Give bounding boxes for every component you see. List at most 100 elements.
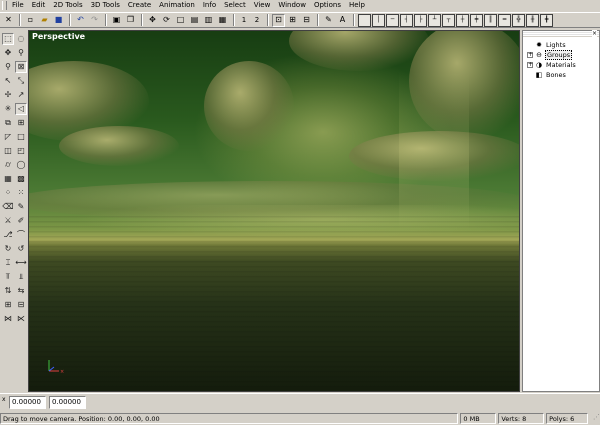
menu-window[interactable]: Window [274,0,310,11]
menu-animation[interactable]: Animation [155,0,199,11]
nudge-icon[interactable]: ↗ [15,89,27,101]
pencil-icon[interactable]: ✎ [15,201,27,213]
select-rect-icon[interactable]: ⬚ [2,33,14,45]
layout-custom-b-icon[interactable]: ╋ [540,13,553,27]
edge-icon[interactable]: ⁙ [15,187,27,199]
move-icon[interactable]: ✥ [146,14,159,27]
layout-quad-icon[interactable]: ╪ [470,13,483,27]
cube-icon[interactable]: ◰ [15,145,27,157]
zoom-icon[interactable]: ⚲ [15,47,27,59]
menu-2d-tools[interactable]: 2D Tools [49,0,86,11]
perspective-viewport[interactable]: Perspective × [28,30,520,392]
sphere-icon[interactable]: ◯ [15,159,27,171]
weld-icon[interactable]: ⋈ [2,313,14,325]
expand-plus-icon[interactable]: + [527,62,533,68]
tree-item-groups[interactable]: + ⊖ Groups [523,50,599,60]
snap-icon[interactable]: ✳ [2,103,14,115]
menu-edit[interactable]: Edit [28,0,50,11]
menu-create[interactable]: Create [124,0,155,11]
resize-grip-icon[interactable]: ⋰ [590,413,600,423]
layout-custom-a-icon[interactable]: ╫ [526,13,539,27]
text-tool-icon[interactable]: A [336,14,349,27]
layout-left-big-icon[interactable]: ┤ [400,13,413,27]
tree-item-lights[interactable]: ✹ Lights [523,40,599,50]
new-file-icon[interactable]: ▫ [24,14,37,27]
select-face-icon[interactable]: ⊟ [300,14,313,27]
materials-icon[interactable]: ▦ [216,14,229,27]
panel-titlebar[interactable] [523,31,599,37]
undo-icon[interactable]: ↶ [74,14,87,27]
paint-icon[interactable]: ✐ [15,215,27,227]
layout-rows-icon[interactable]: ═ [498,13,511,27]
layout-split-h-icon[interactable]: ─ [386,13,399,27]
duplicate-icon[interactable]: ⧉ [2,117,14,129]
select-lasso-icon[interactable]: ◌ [15,33,27,45]
grid-icon[interactable]: ⊞ [15,117,27,129]
extrude-icon[interactable]: ⎇ [2,229,14,241]
bevel-icon[interactable]: ⌒ [15,229,27,241]
layout-bottom-big-icon[interactable]: ┬ [442,13,455,27]
scale-tool-icon[interactable]: ⤡ [15,75,27,87]
translate-icon[interactable]: ✢ [2,89,14,101]
y-coordinate-field[interactable] [49,395,86,409]
align-top-icon[interactable]: ⫪ [2,271,14,283]
group-icon[interactable]: ⊞ [2,299,14,311]
layout-top-big-icon[interactable]: ┴ [428,13,441,27]
rotate-cw-icon[interactable]: ↻ [2,243,14,255]
close-icon[interactable]: ✕ [2,14,15,27]
mesh-subdiv-icon[interactable]: ▩ [15,173,27,185]
layout-right-big-icon[interactable]: ├ [414,13,427,27]
flip-h-icon[interactable]: ⇆ [15,285,27,297]
move-tool-icon[interactable]: ✥ [2,47,14,59]
save-disk-icon[interactable]: ■ [52,14,65,27]
knife-icon[interactable]: ⚔ [2,215,14,227]
cut-icon[interactable]: ▣ [110,14,123,27]
camera-icon[interactable]: ▤ [188,14,201,27]
layout-single-icon[interactable] [358,13,371,27]
copy-icon[interactable]: ❐ [124,14,137,27]
rotate-icon[interactable]: ⟳ [160,14,173,27]
align-bottom-icon[interactable]: ⫫ [15,271,27,283]
view-1-button[interactable]: 1 [238,14,250,26]
menu-3d-tools[interactable]: 3D Tools [87,0,124,11]
square-icon[interactable]: □ [15,131,27,143]
select-vertex-icon[interactable]: ⊞ [286,14,299,27]
split-icon[interactable]: ⋉ [15,313,27,325]
pointer-icon[interactable]: ↖ [2,75,14,87]
menu-file[interactable]: File [8,0,28,11]
scale-box-icon[interactable]: □ [174,14,187,27]
rotate-ccw-icon[interactable]: ↺ [15,243,27,255]
menu-options[interactable]: Options [310,0,345,11]
x-coordinate-field[interactable] [9,395,46,409]
select-box-icon[interactable]: ⊡ [272,13,285,27]
ungroup-icon[interactable]: ⊟ [15,299,27,311]
eyedropper-icon[interactable]: ✎ [322,14,335,27]
open-folder-icon[interactable]: ▰ [38,14,51,27]
panel-close-icon[interactable]: × [591,30,597,37]
mesh-grid-icon[interactable]: ▦ [2,173,14,185]
layout-cols-icon[interactable]: ║ [484,13,497,27]
tree-item-materials[interactable]: + ◑ Materials [523,60,599,70]
eraser-icon[interactable]: ⌫ [2,201,14,213]
layout-grid-icon[interactable]: ╬ [512,13,525,27]
menu-view[interactable]: View [250,0,275,11]
expand-plus-icon[interactable]: + [527,52,533,58]
stretch-v-icon[interactable]: ⌶ [2,257,14,269]
zoom-extents-icon[interactable]: ⊠ [15,61,27,73]
cylinder-icon[interactable]: ⌭ [2,159,14,171]
box-icon[interactable]: ◫ [2,145,14,157]
zoom-region-icon[interactable]: ⚲ [2,61,14,73]
redo-icon[interactable]: ↷ [88,14,101,27]
flip-v-icon[interactable]: ⇅ [2,285,14,297]
menu-select[interactable]: Select [220,0,250,11]
tree-item-bones[interactable]: ◧ Bones [523,70,599,80]
menu-info[interactable]: Info [199,0,220,11]
render-icon[interactable]: ▥ [202,14,215,27]
view-2-button[interactable]: 2 [251,14,263,26]
menu-help[interactable]: Help [345,0,369,11]
drag-icon[interactable]: ◁ [15,103,27,115]
vertex-icon[interactable]: ⁘ [2,187,14,199]
layout-three-icon[interactable]: ┼ [456,13,469,27]
layout-split-v-icon[interactable]: │ [372,13,385,27]
stretch-h-icon[interactable]: ⟷ [15,257,27,269]
